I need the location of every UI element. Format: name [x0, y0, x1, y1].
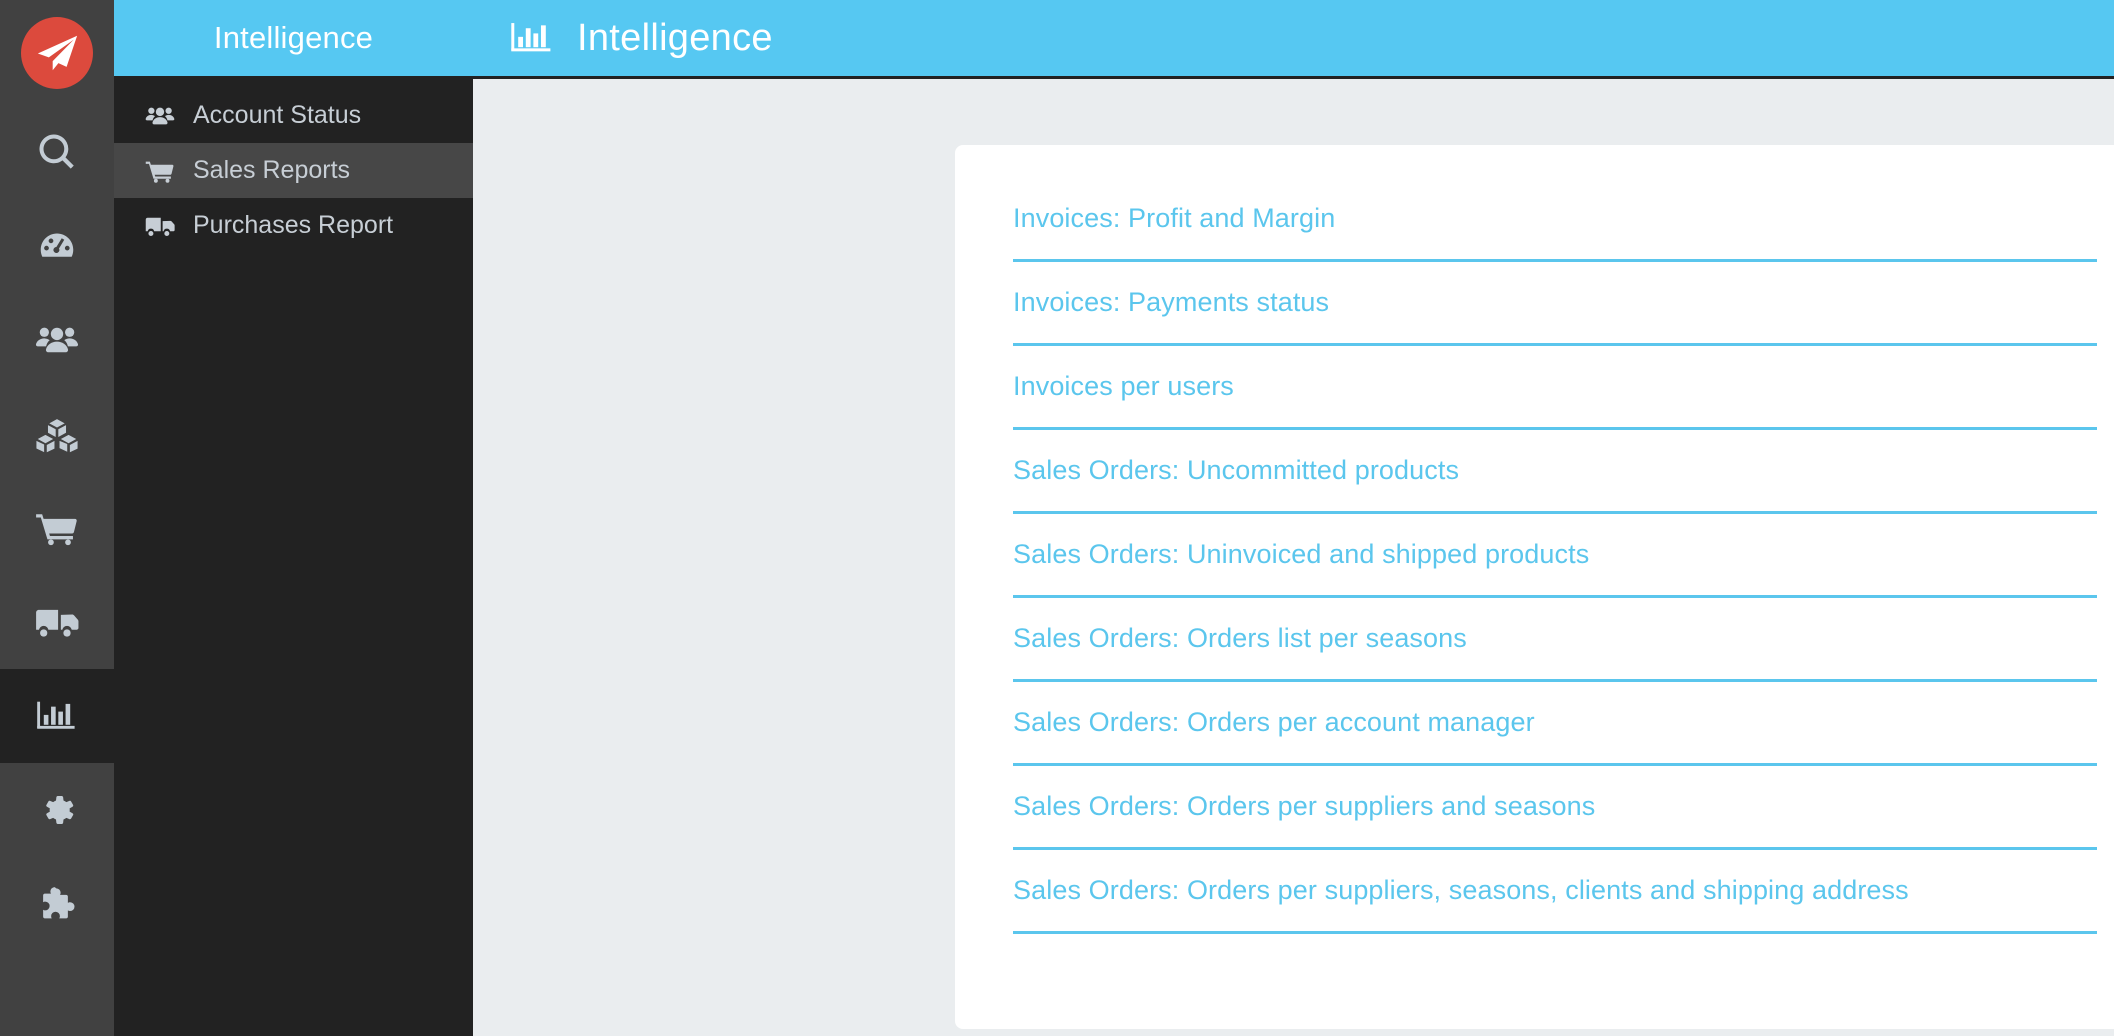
list-item[interactable]: Invoices per users [1013, 346, 2097, 430]
list-item[interactable]: Sales Orders: Uncommitted products [1013, 430, 2097, 514]
sidebar-title: Intelligence [114, 0, 473, 79]
rail-item-dashboard[interactable] [0, 199, 114, 293]
app-logo[interactable] [0, 0, 114, 105]
bar-chart-icon [35, 696, 79, 736]
list-item[interactable]: Sales Orders: Orders per suppliers, seas… [1013, 850, 2097, 934]
shopping-cart-icon [145, 159, 189, 183]
puzzle-piece-icon [37, 884, 77, 924]
rail-item-search[interactable] [0, 105, 114, 199]
icon-rail [0, 0, 114, 1036]
sidebar-item-label: Sales Reports [193, 156, 351, 184]
users-group-icon [35, 320, 79, 360]
page-header: Intelligence [473, 0, 2114, 79]
search-icon [37, 132, 77, 172]
users-group-icon [145, 104, 189, 128]
report-link[interactable]: Sales Orders: Orders per suppliers and s… [1013, 791, 1595, 822]
shopping-cart-icon [35, 508, 79, 548]
app-root: Intelligence Account Status Sales Report… [0, 0, 2114, 1036]
rail-item-apps[interactable] [0, 857, 114, 951]
report-link[interactable]: Invoices: Profit and Margin [1013, 203, 1335, 234]
sidebar-item-purchases-report[interactable]: Purchases Report [114, 198, 473, 253]
list-item[interactable]: Sales Orders: Orders per suppliers and s… [1013, 766, 2097, 850]
report-list: Invoices: Profit and Margin Invoices: Pa… [1013, 178, 2097, 934]
paper-plane-icon [21, 16, 93, 89]
report-link[interactable]: Sales Orders: Orders list per seasons [1013, 623, 1467, 654]
report-link[interactable]: Invoices: Payments status [1013, 287, 1329, 318]
list-item[interactable]: Sales Orders: Orders per account manager [1013, 682, 2097, 766]
gear-icon [37, 790, 77, 830]
sidebar-menu-panel: Intelligence Account Status Sales Report… [114, 0, 473, 1036]
report-link[interactable]: Invoices per users [1013, 371, 1234, 402]
sidebar-item-label: Account Status [193, 101, 362, 129]
content-area: Invoices: Profit and Margin Invoices: Pa… [473, 82, 2114, 1036]
report-link[interactable]: Sales Orders: Orders per suppliers, seas… [1013, 875, 1909, 906]
list-item[interactable]: Sales Orders: Orders list per seasons [1013, 598, 2097, 682]
report-link[interactable]: Sales Orders: Uninvoiced and shipped pro… [1013, 539, 1589, 570]
rail-item-intelligence[interactable] [0, 669, 114, 763]
page-title: Intelligence [577, 16, 773, 59]
main-area: Intelligence Invoices: Profit and Margin… [473, 0, 2114, 1036]
bar-chart-icon [509, 17, 555, 59]
rail-item-shipping[interactable] [0, 575, 114, 669]
rail-item-contacts[interactable] [0, 293, 114, 387]
truck-icon [35, 602, 79, 642]
list-item[interactable]: Invoices: Payments status [1013, 262, 2097, 346]
card-spacer [1013, 934, 2097, 989]
rail-item-products[interactable] [0, 387, 114, 481]
rail-item-settings[interactable] [0, 763, 114, 857]
reports-card: Invoices: Profit and Margin Invoices: Pa… [955, 145, 2114, 1029]
sidebar-item-sales-reports[interactable]: Sales Reports [114, 143, 473, 198]
dashboard-gauge-icon [37, 226, 77, 266]
report-link[interactable]: Sales Orders: Orders per account manager [1013, 707, 1535, 738]
cubes-icon [35, 414, 79, 454]
report-link[interactable]: Sales Orders: Uncommitted products [1013, 455, 1459, 486]
list-item[interactable]: Invoices: Profit and Margin [1013, 178, 2097, 262]
sidebar-item-account-status[interactable]: Account Status [114, 88, 473, 143]
truck-icon [145, 214, 189, 238]
rail-item-sales[interactable] [0, 481, 114, 575]
sidebar-item-label: Purchases Report [193, 211, 394, 239]
sidebar-item-list: Account Status Sales Reports Purchases R… [114, 79, 473, 253]
list-item[interactable]: Sales Orders: Uninvoiced and shipped pro… [1013, 514, 2097, 598]
